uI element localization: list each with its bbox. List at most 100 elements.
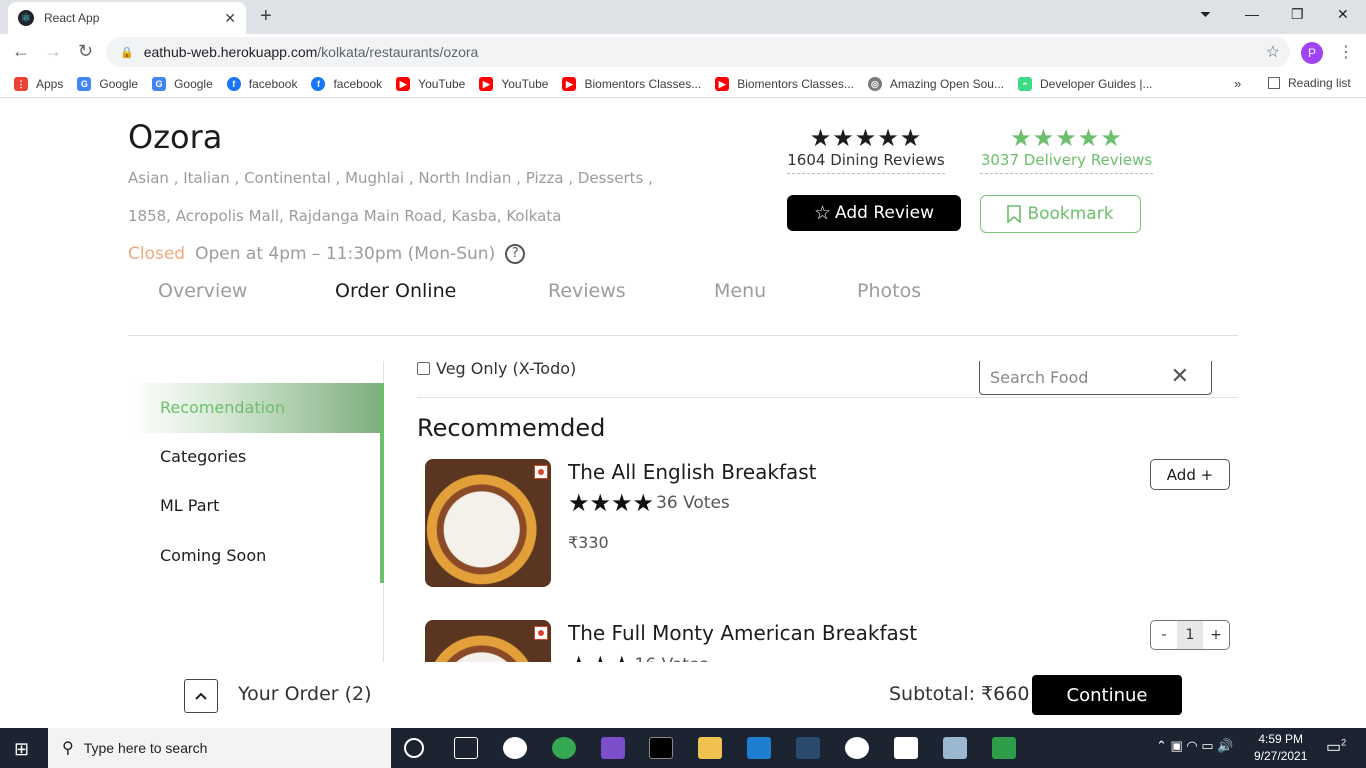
help-icon[interactable]: ?: [505, 244, 526, 264]
bookmark-label: YouTube: [501, 76, 549, 91]
veg-only-filter[interactable]: Veg Only (X-Todo): [417, 359, 576, 378]
profile-avatar[interactable]: P: [1301, 42, 1323, 64]
delivery-rating[interactable]: ★★★★★ 3037 Delivery Reviews: [980, 125, 1153, 174]
food-name: The Full Monty American Breakfast: [568, 621, 918, 645]
expand-order-button[interactable]: [184, 679, 218, 713]
food-price: ₹330: [568, 533, 609, 552]
your-order-label: Your Order (2): [238, 683, 372, 705]
browser-tab-strip: ⚛ React App ✕ + ⏷ — ❐ ✕: [0, 0, 1366, 34]
address-bar[interactable]: 🔒 eathub-web.herokuapp.com/kolkata/resta…: [106, 37, 1290, 67]
bookmark-facebook[interactable]: f facebook: [226, 76, 297, 91]
bookmark-google[interactable]: G Google: [77, 76, 138, 91]
file-explorer-icon[interactable]: [698, 737, 722, 759]
bookmark-label: Developer Guides |...: [1040, 76, 1153, 91]
new-tab-icon[interactable]: +: [260, 5, 272, 28]
react-icon: ⚛: [18, 10, 34, 26]
tab-photos[interactable]: Photos: [857, 280, 921, 302]
sidebar-item-categories[interactable]: Categories: [128, 432, 380, 482]
browser-tab[interactable]: ⚛ React App ✕: [8, 2, 246, 34]
reading-list-button[interactable]: Reading list: [1268, 76, 1351, 90]
sidebar-item-coming-soon[interactable]: Coming Soon: [128, 531, 380, 581]
bookmark-star-icon[interactable]: ☆: [1266, 42, 1280, 62]
veg-only-checkbox[interactable]: [417, 362, 430, 375]
non-veg-icon: [534, 626, 548, 640]
notifications-icon[interactable]: ▭2: [1326, 737, 1346, 757]
sidebar-item-ml-part[interactable]: ML Part: [128, 481, 380, 531]
mongodb-icon[interactable]: [845, 737, 869, 759]
more-bookmarks-icon[interactable]: »: [1234, 76, 1241, 91]
close-icon[interactable]: ✕: [224, 10, 236, 27]
spreadsheet-icon[interactable]: [992, 737, 1016, 759]
clock[interactable]: 4:59 PM 9/27/2021: [1254, 731, 1307, 765]
hours-text: Open at 4pm – 11:30pm (Mon-Sun): [195, 244, 496, 264]
minimize-icon[interactable]: —: [1245, 6, 1259, 22]
reading-list-icon: [1268, 77, 1280, 89]
url-host: eathub-web.herokuapp.com: [143, 44, 318, 60]
tab-overview[interactable]: Overview: [158, 280, 247, 302]
rating-stars: ★★★★: [568, 489, 655, 517]
clock-time: 4:59 PM: [1258, 732, 1304, 746]
forward-icon[interactable]: →: [44, 41, 62, 62]
section-title: Recommemded: [417, 414, 606, 442]
bookmark-button[interactable]: Bookmark: [980, 195, 1141, 233]
system-tray[interactable]: ⌃ ▣ ◠ ▭ 🔊: [1156, 738, 1233, 754]
edge-app-icon[interactable]: [503, 737, 527, 759]
terminal-icon[interactable]: [649, 737, 673, 759]
bookmark-biomentors[interactable]: ▶ Biomentors Classes...: [715, 76, 854, 91]
veg-only-label: Veg Only (X-Todo): [436, 359, 577, 378]
task-view-icon[interactable]: [454, 737, 478, 759]
sidebar-item-recomendation[interactable]: Recomendation: [128, 383, 380, 433]
tab-menu[interactable]: Menu: [714, 280, 766, 302]
bookmarks-bar: ⋮ Apps G Google G Google f facebook f faceboo…: [0, 70, 1366, 98]
quantity-stepper[interactable]: - 1 +: [1150, 620, 1230, 650]
app-icon[interactable]: [943, 737, 967, 759]
cuisine-list: Asian , Italian , Continental , Mughlai …: [128, 169, 653, 187]
more-menu-icon[interactable]: ⋮: [1338, 42, 1354, 62]
app-icon[interactable]: [747, 737, 771, 759]
subtotal: Subtotal: ₹660: [889, 683, 1030, 705]
window-close-icon[interactable]: ✕: [1337, 6, 1349, 23]
bookmark-youtube[interactable]: ▶ YouTube: [396, 76, 465, 91]
taskbar-search-input[interactable]: ⚲ Type here to search: [48, 728, 391, 768]
restaurant-page: Ozora Asian , Italian , Continental , Mu…: [0, 99, 1366, 727]
dining-rating[interactable]: ★★★★★ 1604 Dining Reviews: [787, 125, 945, 174]
close-icon[interactable]: ✕: [1171, 364, 1189, 389]
bookmark-developer-guides[interactable]: ◓ Developer Guides |...: [1018, 76, 1153, 91]
lock-icon: 🔒: [120, 46, 134, 59]
back-icon[interactable]: ←: [12, 41, 30, 62]
bookmark-google[interactable]: G Google: [152, 76, 213, 91]
restore-icon[interactable]: ❐: [1291, 6, 1304, 23]
increment-button[interactable]: +: [1203, 621, 1229, 649]
tab-order-online[interactable]: Order Online: [335, 280, 456, 302]
chrome-app-icon[interactable]: [552, 737, 576, 759]
bookmark-youtube[interactable]: ▶ YouTube: [479, 76, 549, 91]
bookmark-biomentors[interactable]: ▶ Biomentors Classes...: [562, 76, 701, 91]
android-icon: ◓: [1018, 76, 1032, 91]
clock-date: 9/27/2021: [1254, 749, 1308, 763]
bookmark-facebook[interactable]: f facebook: [311, 76, 382, 91]
windows-start-icon[interactable]: ⊞: [14, 739, 29, 760]
sidebar-accent-line: [380, 383, 384, 583]
bookmark-apps[interactable]: ⋮ Apps: [14, 76, 64, 91]
visual-studio-icon[interactable]: [601, 737, 625, 759]
add-review-button[interactable]: ☆ Add Review: [787, 195, 961, 231]
add-item-button[interactable]: Add +: [1150, 459, 1230, 490]
dining-reviews-count: 1604 Dining Reviews: [787, 151, 945, 174]
tab-title: React App: [44, 11, 100, 25]
cortana-icon[interactable]: [404, 738, 424, 758]
status-badge: Closed: [128, 244, 186, 264]
order-summary-bar: Your Order (2) Subtotal: ₹660 Continue: [0, 662, 1366, 727]
tab-reviews[interactable]: Reviews: [548, 280, 626, 302]
search-food-input[interactable]: Search Food ✕: [979, 361, 1212, 395]
decrement-button[interactable]: -: [1151, 621, 1177, 649]
tab-search-icon[interactable]: ⏷: [1200, 6, 1211, 23]
restaurant-tabs: Overview Order Online Reviews Menu Photo…: [128, 274, 1238, 336]
reload-icon[interactable]: ↻: [78, 41, 93, 62]
mongodb-compass-icon[interactable]: [894, 737, 918, 759]
bookmark-label: Apps: [36, 76, 64, 91]
delivery-stars: ★★★★★: [1010, 124, 1123, 152]
food-name: The All English Breakfast: [568, 460, 817, 484]
database-tool-icon[interactable]: [796, 737, 820, 759]
continue-button[interactable]: Continue: [1032, 675, 1182, 715]
bookmark-amazing-open-source[interactable]: ◎ Amazing Open Sou...: [867, 76, 1004, 91]
